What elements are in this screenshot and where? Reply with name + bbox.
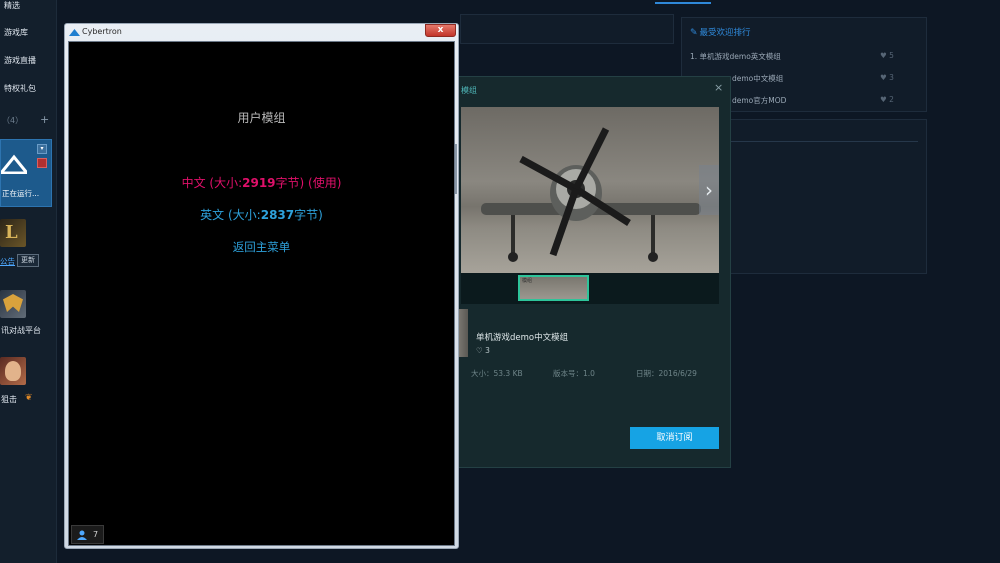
- battle-platform-icon[interactable]: [0, 290, 26, 318]
- ranking-icon: ✎: [690, 28, 698, 38]
- nav-privilege-gifts[interactable]: 特权礼包: [4, 83, 36, 94]
- mod-size: 大小：53.3 KB: [471, 369, 523, 378]
- mod-screenshot: ›: [461, 107, 719, 273]
- cybertron-logo-icon: [1, 154, 27, 174]
- ranking-like-count: ♥ 2: [880, 95, 894, 104]
- menu-option-english[interactable]: 英文 (大小:2837字节): [69, 206, 454, 223]
- thumbnail-caption: 模组: [522, 278, 533, 284]
- game-screen: 用户模组 中文 (大小:2919字节) (使用) 英文 (大小:2837字节) …: [68, 41, 455, 546]
- titlebar-ghost-area: [195, 26, 355, 37]
- user-icon: [77, 530, 87, 540]
- notification-icon[interactable]: [37, 158, 47, 168]
- running-status: 正在运行...: [2, 189, 40, 198]
- menu-option-chinese[interactable]: 中文 (大小:2919字节) (使用): [69, 174, 454, 191]
- sidebar: 精选 游戏库 游戏直播 特权礼包 （4） + ▾ 正在运行... L 公告 更新…: [0, 0, 57, 563]
- battle-platform-label[interactable]: 讯对战平台: [1, 325, 41, 336]
- ranking-item[interactable]: demo中文模组: [732, 73, 783, 84]
- ranking-item[interactable]: demo官方MOD: [732, 95, 786, 106]
- mod-version: 版本号：1.0: [553, 369, 595, 378]
- ranking-title: ✎ 最受欢迎排行: [690, 26, 751, 38]
- divider: [706, 141, 918, 142]
- cybertron-window: Cybertron x 用户模组 中文 (大小:2919字节) (使用) 英文 …: [64, 23, 459, 549]
- ranking-like-count: ♥ 5: [880, 51, 894, 60]
- running-game-tile[interactable]: ▾ 正在运行...: [0, 139, 52, 207]
- sniper-game-icon[interactable]: [0, 357, 26, 385]
- menu-title: 用户模组: [237, 111, 286, 125]
- dialog-title: 模组: [461, 86, 477, 95]
- player-count-badge: 7: [71, 525, 104, 544]
- mod-date: 日期：2016/6/29: [636, 369, 697, 378]
- nav-featured[interactable]: 精选: [4, 0, 20, 11]
- player-count: 7: [93, 530, 99, 539]
- window-close-button[interactable]: x: [425, 24, 456, 37]
- top-tab-bar: [58, 0, 1000, 6]
- cybertron-logo-icon: [69, 29, 80, 36]
- airplane-image: [481, 127, 701, 262]
- window-edge-handle[interactable]: [455, 144, 457, 194]
- thumbnail-strip: 模组: [461, 273, 719, 304]
- window-titlebar[interactable]: Cybertron x: [65, 24, 458, 41]
- lol-game-icon[interactable]: L: [0, 219, 26, 247]
- add-game-button[interactable]: +: [40, 113, 49, 126]
- sniper-game-label[interactable]: 狙击: [1, 394, 17, 405]
- nav-game-library[interactable]: 游戏库: [4, 27, 28, 38]
- active-tab-indicator: [655, 2, 711, 4]
- mod-likes[interactable]: ♡ 3: [476, 346, 490, 355]
- ranking-item[interactable]: 1. 单机游戏demo英文模组: [690, 51, 781, 62]
- mod-detail-dialog: 模组 × › 模组 单机游戏demo中文模组 ♡ 3 大小：53.3 KB 版本…: [445, 76, 731, 468]
- ranking-like-count: ♥ 3: [880, 73, 894, 82]
- window-title: Cybertron: [82, 27, 122, 36]
- dropdown-icon[interactable]: ▾: [37, 144, 47, 154]
- game-count: （4）: [2, 116, 24, 125]
- menu-back-to-main[interactable]: 返回主菜单: [69, 239, 454, 255]
- dialog-close-button[interactable]: ×: [714, 81, 723, 94]
- announcement-link[interactable]: 公告: [0, 256, 15, 267]
- thumbnail-selected[interactable]: 模组: [518, 275, 589, 301]
- content-pane: [460, 14, 674, 44]
- ranking-title-text: 最受欢迎排行: [699, 28, 751, 38]
- unsubscribe-button[interactable]: 取消订阅: [630, 427, 719, 449]
- leaf-icon: ❦: [25, 393, 33, 403]
- nav-game-live[interactable]: 游戏直播: [4, 55, 36, 66]
- next-image-button[interactable]: ›: [699, 165, 719, 215]
- mod-name: 单机游戏demo中文模组: [476, 333, 569, 343]
- update-button[interactable]: 更新: [17, 254, 39, 267]
